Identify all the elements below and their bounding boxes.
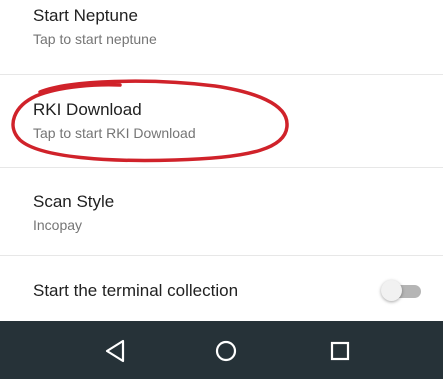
pref-title: Start Neptune — [33, 6, 138, 25]
pref-start-neptune[interactable]: Start Neptune Tap to start neptune — [0, 6, 443, 48]
pref-terminal-collection[interactable]: Start the terminal collection — [0, 270, 443, 312]
divider — [0, 255, 443, 256]
recents-square-icon[interactable] — [322, 333, 358, 369]
pref-summary: Incopay — [33, 217, 83, 233]
home-circle-icon[interactable] — [208, 333, 244, 369]
pref-title: RKI Download — [33, 100, 142, 119]
pref-title: Scan Style — [33, 192, 115, 211]
pref-rki-download[interactable]: RKI Download Tap to start RKI Download — [0, 100, 443, 142]
toggle-thumb — [381, 280, 402, 301]
pref-summary: Tap to start neptune — [33, 31, 157, 47]
pref-scan-style[interactable]: Scan Style Incopay — [0, 192, 443, 234]
pref-summary: Tap to start RKI Download — [33, 125, 196, 141]
navigation-bar — [0, 321, 443, 379]
divider — [0, 167, 443, 168]
divider — [0, 74, 443, 75]
terminal-collection-toggle[interactable] — [381, 280, 421, 301]
back-triangle-icon[interactable] — [98, 333, 134, 369]
settings-screen: Start Neptune Tap to start neptune RKI D… — [0, 0, 443, 379]
